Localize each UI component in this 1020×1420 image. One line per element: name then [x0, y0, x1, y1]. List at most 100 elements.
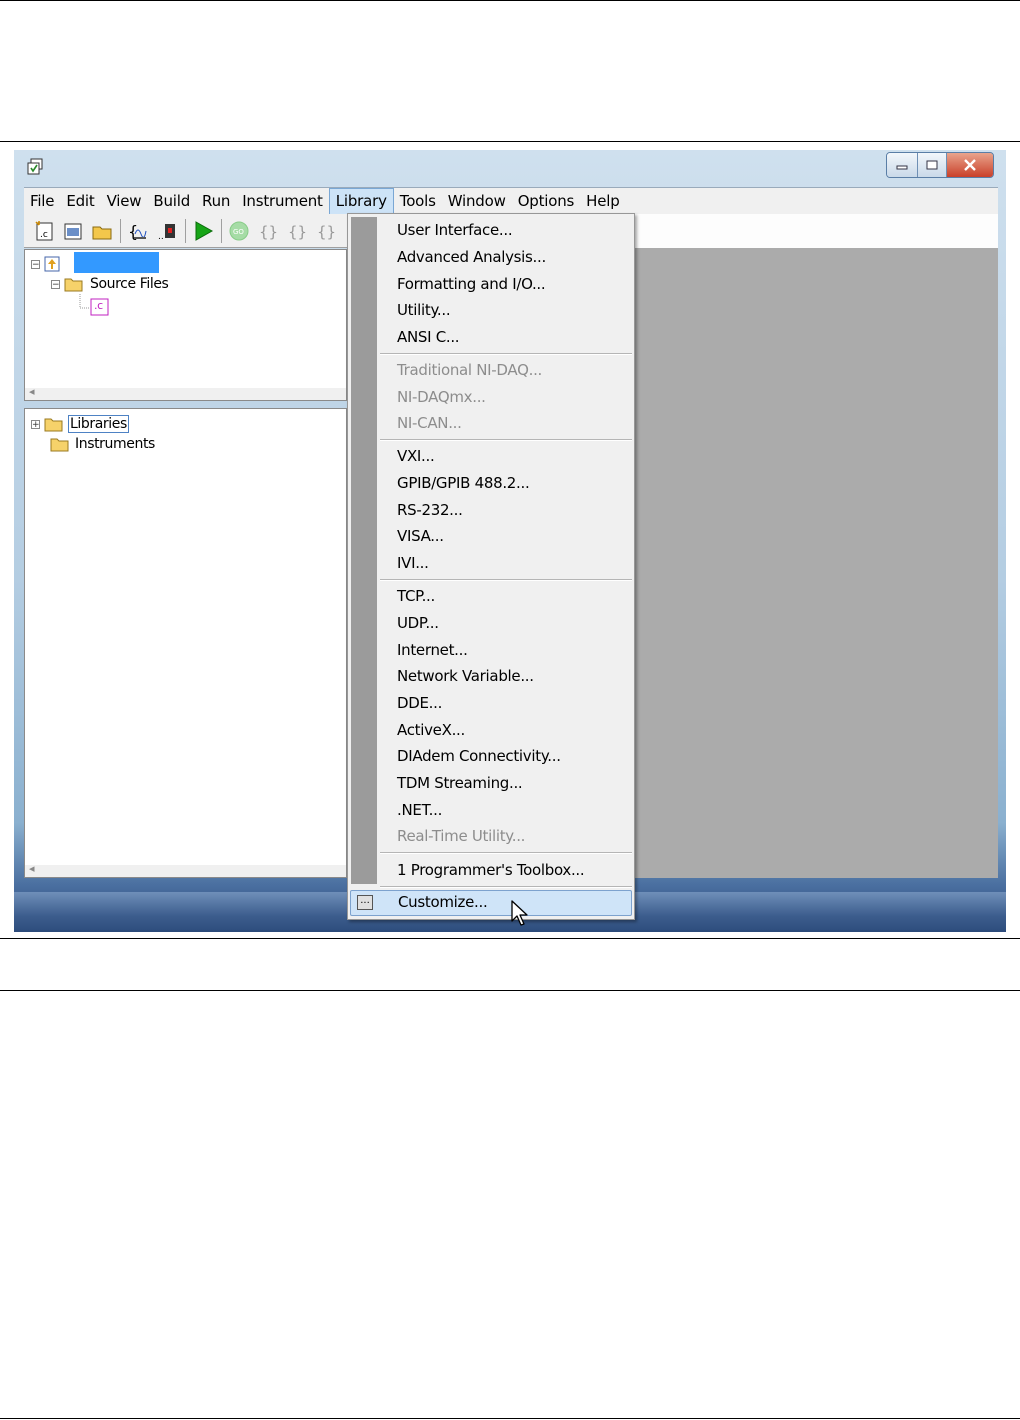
- source-files-node[interactable]: − Source Files: [51, 276, 169, 292]
- go-icon: GO: [229, 221, 249, 240]
- close-button[interactable]: [947, 153, 993, 177]
- menu-item-vxi[interactable]: VXI...: [397, 443, 435, 470]
- menu-item-customize[interactable]: ... Customize...: [350, 890, 632, 916]
- expand-icon[interactable]: +: [31, 419, 40, 429]
- svg-text:{}: {}: [288, 223, 307, 241]
- step-over-icon: {}: [288, 223, 307, 241]
- menu-item-programmers-toolbox[interactable]: 1 Programmer's Toolbox...: [397, 857, 585, 884]
- menu-bar: File Edit View Build Run Instrument Libr…: [24, 187, 998, 215]
- step-over-button[interactable]: {}: [285, 219, 309, 243]
- menu-item-formatting-io[interactable]: Formatting and I/O...: [397, 271, 546, 298]
- minimize-button[interactable]: [887, 153, 918, 177]
- horizontal-scrollbar[interactable]: ◂: [25, 862, 346, 877]
- instruments-label: Instruments: [75, 436, 155, 452]
- function-panel-button[interactable]: {: [126, 219, 150, 243]
- menu-file[interactable]: File: [24, 188, 60, 215]
- open-folder-button[interactable]: [90, 219, 114, 243]
- menu-item-ivi[interactable]: IVI...: [397, 550, 429, 577]
- folder-open-icon: [64, 278, 83, 292]
- new-uir-button[interactable]: [61, 219, 85, 243]
- menu-library[interactable]: Library: [328, 188, 394, 215]
- open-folder-icon: [92, 226, 112, 239]
- maximize-icon: [926, 160, 938, 170]
- project-node[interactable]: −: [31, 256, 60, 272]
- customize-icon: ...: [357, 895, 373, 910]
- library-tree: + Libraries Instruments ◂: [24, 408, 347, 878]
- collapse-icon[interactable]: −: [31, 259, 40, 269]
- step-into-button[interactable]: {}: [256, 219, 280, 243]
- scroll-left-icon[interactable]: ◂: [29, 385, 35, 398]
- menu-item-dotnet[interactable]: .NET...: [397, 797, 442, 824]
- app-icon: [27, 158, 43, 175]
- menu-build[interactable]: Build: [147, 188, 196, 215]
- menu-item-ansi-c[interactable]: ANSI C...: [397, 324, 460, 351]
- menu-run[interactable]: Run: [196, 188, 236, 215]
- project-selected[interactable]: [74, 252, 159, 273]
- menu-item-diadem-connectivity[interactable]: DIAdem Connectivity...: [397, 743, 561, 770]
- menu-item-activex[interactable]: ActiveX...: [397, 717, 465, 744]
- run-icon: [195, 220, 214, 241]
- menu-item-internet[interactable]: Internet...: [397, 637, 468, 664]
- menu-separator: [380, 439, 632, 441]
- menu-item-advanced-analysis[interactable]: Advanced Analysis...: [397, 244, 546, 271]
- mouse-cursor-icon: [511, 900, 528, 926]
- toolbar-separator: [221, 218, 222, 243]
- step-out-button[interactable]: {}: [314, 219, 338, 243]
- libraries-node[interactable]: + Libraries: [31, 415, 129, 433]
- libraries-label: Libraries: [68, 415, 129, 433]
- new-source-button[interactable]: .c: [32, 219, 56, 243]
- menu-separator: [380, 579, 632, 581]
- svg-text:{}: {}: [317, 223, 336, 241]
- menu-item-visa[interactable]: VISA...: [397, 523, 444, 550]
- svg-text:..: ..: [158, 232, 164, 242]
- screenshot-window: File Edit View Build Run Instrument Libr…: [14, 150, 1006, 932]
- source-files-label: Source Files: [90, 276, 169, 292]
- scroll-left-icon[interactable]: ◂: [29, 862, 35, 875]
- instruments-node[interactable]: Instruments: [50, 436, 155, 452]
- debug-button[interactable]: ..: [155, 219, 179, 243]
- toolbar-separator: [120, 218, 121, 243]
- project-icon: [44, 256, 60, 272]
- go-button[interactable]: GO: [227, 219, 251, 243]
- menu-window[interactable]: Window: [442, 188, 512, 215]
- menu-item-gpib[interactable]: GPIB/GPIB 488.2...: [397, 470, 530, 497]
- collapse-icon[interactable]: −: [51, 279, 60, 289]
- menu-item-real-time-utility: Real-Time Utility...: [397, 827, 526, 845]
- horizontal-scrollbar[interactable]: ◂: [25, 385, 346, 400]
- folder-icon: [44, 418, 63, 432]
- menu-item-utility[interactable]: Utility...: [397, 297, 451, 324]
- menu-help[interactable]: Help: [580, 188, 625, 215]
- minimize-icon: [896, 165, 908, 170]
- menu-item-dde[interactable]: DDE...: [397, 690, 442, 717]
- menu-item-udp[interactable]: UDP...: [397, 610, 439, 637]
- menu-item-ni-daqmx: NI-DAQmx...: [397, 388, 486, 406]
- menu-options[interactable]: Options: [512, 188, 580, 215]
- title-bar: [14, 150, 1006, 186]
- menu-item-network-variable[interactable]: Network Variable...: [397, 663, 534, 690]
- menu-view[interactable]: View: [101, 188, 148, 215]
- maximize-button[interactable]: [918, 153, 947, 177]
- new-uir-icon: [64, 223, 82, 239]
- menu-item-user-interface[interactable]: User Interface...: [397, 217, 513, 244]
- close-icon: [964, 159, 976, 171]
- menu-icon-gutter: [351, 217, 377, 884]
- menu-separator: [380, 886, 632, 888]
- c-file-node[interactable]: .c: [90, 298, 110, 316]
- menu-item-traditional-ni-daq: Traditional NI-DAQ...: [397, 361, 543, 379]
- toolbar-right-area: [634, 214, 998, 249]
- menu-instrument[interactable]: Instrument: [236, 188, 329, 215]
- svg-text:GO: GO: [233, 228, 244, 236]
- function-panel-icon: {: [128, 222, 147, 241]
- page-rule-top: [0, 0, 1020, 1]
- menu-item-rs232[interactable]: RS-232...: [397, 497, 463, 524]
- run-button[interactable]: [191, 219, 215, 243]
- library-dropdown-menu: User Interface... Advanced Analysis... F…: [347, 213, 635, 920]
- menu-item-tcp[interactable]: TCP...: [397, 583, 435, 610]
- menu-edit[interactable]: Edit: [60, 188, 100, 215]
- page-rule-upper: [0, 141, 1020, 142]
- page-rule-middle: [0, 938, 1020, 939]
- folder-icon: [50, 438, 69, 452]
- menu-item-tdm-streaming[interactable]: TDM Streaming...: [397, 770, 523, 797]
- menu-tools[interactable]: Tools: [394, 188, 442, 215]
- debug-icon: ..: [158, 223, 175, 242]
